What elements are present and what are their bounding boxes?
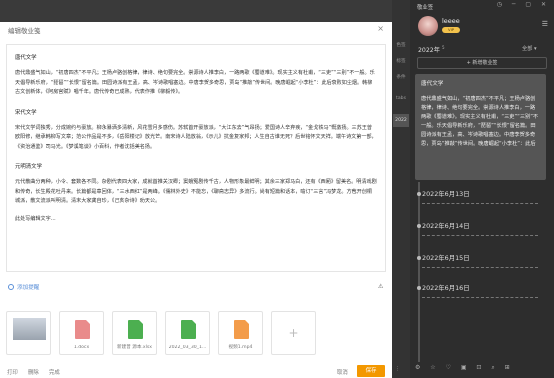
dialog-title: 编辑敬业笺 <box>8 27 41 35</box>
editor-paragraph-extra: 此处写编辑文字… <box>15 215 56 222</box>
attachment-docx[interactable]: 1.docx <box>59 311 104 355</box>
attachment-video[interactable]: 视频1.mp4 <box>218 311 263 355</box>
attachment-name: 2022_03_30_1... <box>168 345 207 350</box>
doc-file-icon <box>75 320 90 339</box>
save-button[interactable]: 保存 <box>357 365 385 377</box>
attachment-image[interactable] <box>6 311 51 355</box>
attachment-name: 1.docx <box>73 345 90 350</box>
menu-icon[interactable]: ☰ <box>542 20 548 28</box>
clock-icon <box>8 284 14 290</box>
timeline-dot <box>417 256 421 260</box>
filter-dropdown[interactable]: 全部 ▾ <box>522 45 537 52</box>
video-file-icon <box>234 320 249 339</box>
divider <box>422 297 538 298</box>
new-note-button[interactable]: + 新增敬业签 <box>417 57 547 69</box>
dialog-footer: 打印 删除 完成 取消 保存 <box>0 365 392 378</box>
divider <box>422 235 538 236</box>
timeline-dot <box>417 192 421 196</box>
attachment-xlsx-1[interactable]: 新建普 源本.xlsx <box>112 311 157 355</box>
add-reminder-button[interactable]: 添加提醒 <box>8 283 39 291</box>
delete-button[interactable]: 删除 <box>28 368 39 376</box>
editor-heading-yuan: 元明清文学 <box>15 164 42 170</box>
date-entry[interactable]: 2022年6月14日 <box>422 221 470 230</box>
attachment-name: 新建普 源本.xlsx <box>117 345 152 350</box>
editor-heading-tang: 唐代文学 <box>15 55 37 61</box>
divider <box>422 267 538 268</box>
print-button[interactable]: 打印 <box>7 368 18 376</box>
date-entry[interactable]: 2022年6月15日 <box>422 253 470 262</box>
attachment-list: 1.docx 新建普 源本.xlsx 2022_03_30_1... 视频1.m… <box>6 311 316 355</box>
timeline-dot <box>417 286 421 290</box>
strip-tab-2022[interactable]: 2022 <box>393 114 409 127</box>
editor-paragraph-yuan: 元代散曲分两种，小令、套数各不同。杂剧代表四大家，成就首推关汉卿；窦娥冤剧传千古… <box>15 179 377 204</box>
date-entry[interactable]: 2022年6月13日 <box>422 189 470 198</box>
done-button[interactable]: 完成 <box>49 368 60 376</box>
category-strip: 色签 标签 条件 tabs 2022 ⋮ <box>392 0 410 378</box>
window-controls[interactable]: ◷ ─ ▢ ✕ <box>497 1 550 8</box>
plus-icon: + <box>288 326 299 340</box>
vip-badge: VIP <box>442 27 460 33</box>
cancel-button[interactable]: 取消 <box>337 368 348 376</box>
close-icon[interactable]: × <box>377 24 384 33</box>
editor-heading-song: 宋代文学 <box>15 109 37 116</box>
note-card-title: 唐代文学 <box>421 81 444 87</box>
strip-tab-tabs[interactable]: tabs <box>393 96 409 101</box>
timeline-dot <box>417 224 421 228</box>
attachment-name: 视频1.mp4 <box>228 345 253 350</box>
divider <box>422 203 538 204</box>
add-attachment-button[interactable]: + <box>271 311 316 355</box>
reminder-label: 添加提醒 <box>17 285 40 291</box>
date-entry[interactable]: 2022年6月16日 <box>422 283 470 292</box>
timeline-line <box>418 182 420 362</box>
year-label: 2022年 <box>418 47 440 55</box>
more-icon[interactable]: ⋮ <box>395 366 400 372</box>
editor-paragraph-song: 宋代文学词独秀，分成婉约与豪放。柳永暴洒多清新，风花雪月多感伤。苏轼首开豪放派，… <box>15 124 377 150</box>
excel-file-icon <box>128 320 143 339</box>
note-sidebar: 敬业签 ◷ ─ ▢ ✕ leeee VIP ☰ 2022年 5 全部 ▾ + 新增… <box>410 0 554 378</box>
bottom-toolbar[interactable]: ⚙ ☆ ♡ ▣ ⊡ ⌕ ⊞ <box>415 364 514 372</box>
warning-icon[interactable]: ⚠ <box>378 283 383 290</box>
note-editor[interactable]: 唐代文学 唐代鼎盛气如山，“初唐四杰”不平凡；王杨卢骆创格律，律诗、绝句要完全。… <box>6 44 386 272</box>
year-count: 5 <box>441 45 445 50</box>
edit-note-dialog: 编辑敬业笺 × 唐代文学 唐代鼎盛气如山，“初唐四杰”不平凡；王杨卢骆创格律，律… <box>0 22 392 378</box>
excel-file-icon <box>181 320 196 339</box>
note-card-text: 唐代鼎盛气如山，“初唐四杰”不平凡；王杨卢骆创格律，律诗、绝句要完全。崇源诗人推… <box>421 96 539 147</box>
strip-tab-color[interactable]: 色签 <box>393 42 409 48</box>
app-title: 敬业签 <box>417 5 434 11</box>
editor-paragraph-tang: 唐代鼎盛气如山，“初唐四杰”不平凡；王杨卢骆创格律，律诗、绝句要完全。崇源诗人推… <box>15 70 375 95</box>
image-thumbnail <box>13 318 46 340</box>
strip-tab-condition[interactable]: 条件 <box>393 74 409 80</box>
user-name: leeee <box>442 17 460 25</box>
year-selector[interactable]: 2022年 5 <box>418 45 444 54</box>
note-card-selected[interactable]: 唐代文学 唐代鼎盛气如山，“初唐四杰”不平凡；王杨卢骆创格律，律诗、绝句要完全。… <box>415 74 546 180</box>
attachment-xlsx-2[interactable]: 2022_03_30_1... <box>165 311 210 355</box>
avatar[interactable] <box>418 16 438 36</box>
strip-tab-tag[interactable]: 标签 <box>393 58 409 64</box>
